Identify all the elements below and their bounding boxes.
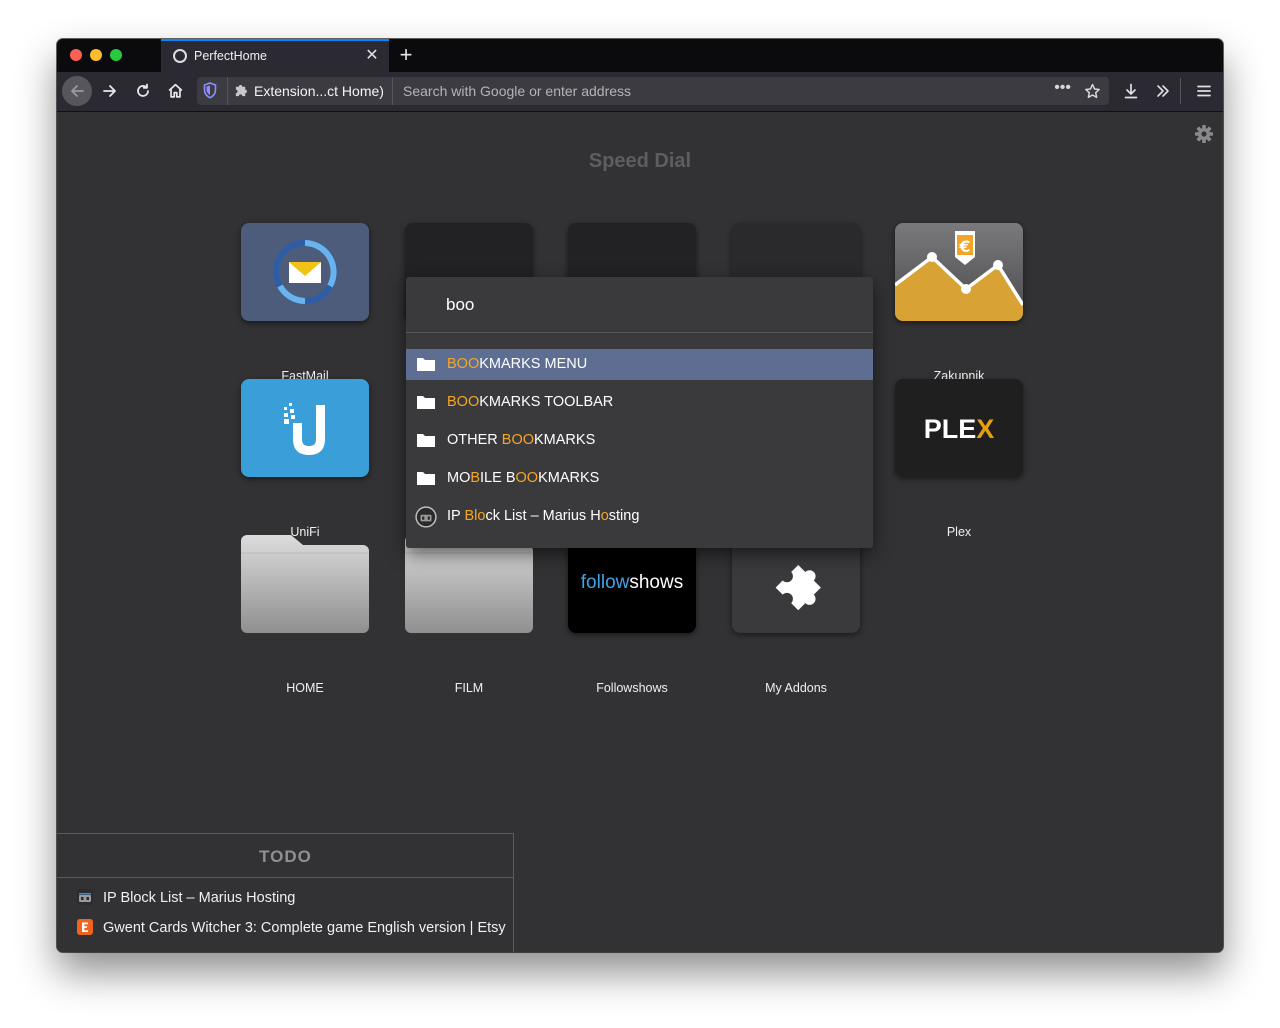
result-label: OTHER BOOKMARKS (447, 432, 596, 448)
tile-label-followshows: Followshows (596, 681, 668, 695)
search-query[interactable]: boo (446, 295, 474, 315)
bookmark-search-popup: boo BOOKMARKS MENU BOOKMARKS TOOLBAR OTH… (406, 277, 873, 548)
tile-label-plex: Plex (946, 525, 972, 539)
todo-divider (57, 877, 514, 878)
tile-label-my-addons: My Addons (765, 681, 827, 695)
close-window-button[interactable] (70, 49, 82, 61)
app-menu-button[interactable] (1191, 77, 1217, 107)
etsy-favicon-icon (77, 919, 93, 935)
result-row-other-bookmarks[interactable]: OTHER BOOKMARKS (406, 425, 873, 456)
tile-unifi[interactable] (241, 379, 369, 477)
address-placeholder: Search with Google or enter address (403, 83, 632, 99)
home-icon (168, 83, 182, 98)
todo-heading: TODO (259, 847, 312, 866)
download-icon (1124, 83, 1138, 99)
tab-favicon-icon (173, 49, 187, 63)
tile-label-film: FILM (454, 681, 484, 695)
chevron-double-right-icon (1157, 85, 1169, 97)
tile-fastmail[interactable] (241, 223, 369, 321)
folder-icon (241, 535, 369, 633)
plex-logo-x: X (976, 414, 995, 444)
downloads-button[interactable] (1118, 77, 1144, 108)
tile-plex[interactable]: PLEX (895, 379, 1023, 477)
navigation-toolbar: Extension...ct Home) Search with Google … (57, 72, 1223, 112)
toolbar-separator (1180, 78, 1181, 104)
new-tab-button[interactable]: + (395, 42, 417, 68)
tile-followshows[interactable]: followshows (568, 535, 696, 633)
followshows-logo-shows: shows (629, 572, 684, 593)
folder-icon (417, 472, 435, 485)
result-label: IP Block List – Marius Hosting (447, 508, 640, 524)
todo-item-gwent-cards[interactable]: Gwent Cards Witcher 3: Complete game Eng… (77, 919, 506, 936)
fastmail-logo-icon (273, 240, 337, 304)
search-divider (406, 332, 873, 333)
site-favicon-icon (415, 506, 437, 528)
todo-item-ip-block-list[interactable]: IP Block List – Marius Hosting (77, 889, 295, 906)
folder-icon (417, 358, 435, 371)
tile-folder-film[interactable] (405, 535, 533, 633)
svg-text:€: € (958, 237, 970, 256)
result-row-bookmarks-menu[interactable]: BOOKMARKS MENU (406, 349, 873, 380)
zoom-window-button[interactable] (110, 49, 122, 61)
site-favicon-icon (77, 889, 93, 905)
gear-icon[interactable] (1194, 124, 1214, 144)
forward-arrow-icon (103, 85, 116, 97)
tile-my-addons[interactable] (732, 535, 860, 633)
result-row-mobile-bookmarks[interactable]: MOBILE BOOKMARKS (406, 463, 873, 494)
todo-item-label: IP Block List – Marius Hosting (103, 890, 296, 906)
address-bar[interactable]: Extension...ct Home) Search with Google … (197, 77, 1109, 105)
extension-label: Extension...ct Home) (254, 83, 384, 99)
tab-title: PerfectHome (194, 49, 267, 63)
tab-close-icon[interactable]: ✕ (363, 46, 381, 66)
hamburger-menu-icon (1197, 85, 1211, 97)
result-row-bookmarks-toolbar[interactable]: BOOKMARKS TOOLBAR (406, 387, 873, 418)
back-button[interactable] (62, 76, 92, 106)
bookmark-star-icon[interactable] (1084, 79, 1101, 105)
page-actions-menu-icon[interactable]: ••• (1054, 79, 1071, 97)
result-label: MOBILE BOOKMARKS (447, 470, 600, 486)
tab-strip: PerfectHome ✕ + (57, 39, 1223, 72)
back-arrow-icon (71, 85, 84, 97)
minimize-window-button[interactable] (90, 49, 102, 61)
tile-label-home: HOME (286, 681, 324, 695)
puzzle-icon (775, 564, 821, 611)
followshows-logo-follow: follow (580, 572, 630, 593)
reload-icon (137, 83, 149, 97)
plex-logo-text: PLE (923, 414, 977, 444)
tile-zakupnik[interactable]: € (895, 223, 1023, 321)
overflow-toolbar-button[interactable] (1150, 77, 1176, 108)
tile-folder-home[interactable] (241, 535, 369, 633)
extension-identity-chip[interactable]: Extension...ct Home) (227, 77, 393, 105)
folder-icon (405, 535, 533, 633)
speed-dial-page: Speed Dial FastMail € Zakupnik UniFi PLE… (57, 112, 1223, 952)
result-label: BOOKMARKS TOOLBAR (447, 394, 614, 410)
puzzle-icon (234, 82, 249, 100)
todo-panel: TODO IP Block List – Marius Hosting Gwen… (57, 833, 514, 952)
forward-button[interactable] (96, 77, 124, 105)
result-row-ip-block-list[interactable]: IP Block List – Marius Hosting (406, 501, 873, 532)
tab-perfecthome[interactable]: PerfectHome ✕ (161, 39, 389, 72)
zakupnik-logo-icon: € (895, 231, 1023, 321)
folder-icon (417, 434, 435, 447)
reload-button[interactable] (129, 77, 157, 105)
browser-window: PerfectHome ✕ + Extension...ct Home) Sea (57, 39, 1223, 952)
folder-icon (417, 396, 435, 409)
todo-item-label: Gwent Cards Witcher 3: Complete game Eng… (103, 920, 506, 936)
result-label: BOOKMARKS MENU (447, 356, 588, 372)
page-title: Speed Dial (588, 150, 692, 172)
home-button[interactable] (161, 77, 189, 105)
unifi-logo-icon (284, 403, 325, 455)
shield-icon[interactable] (203, 82, 217, 99)
